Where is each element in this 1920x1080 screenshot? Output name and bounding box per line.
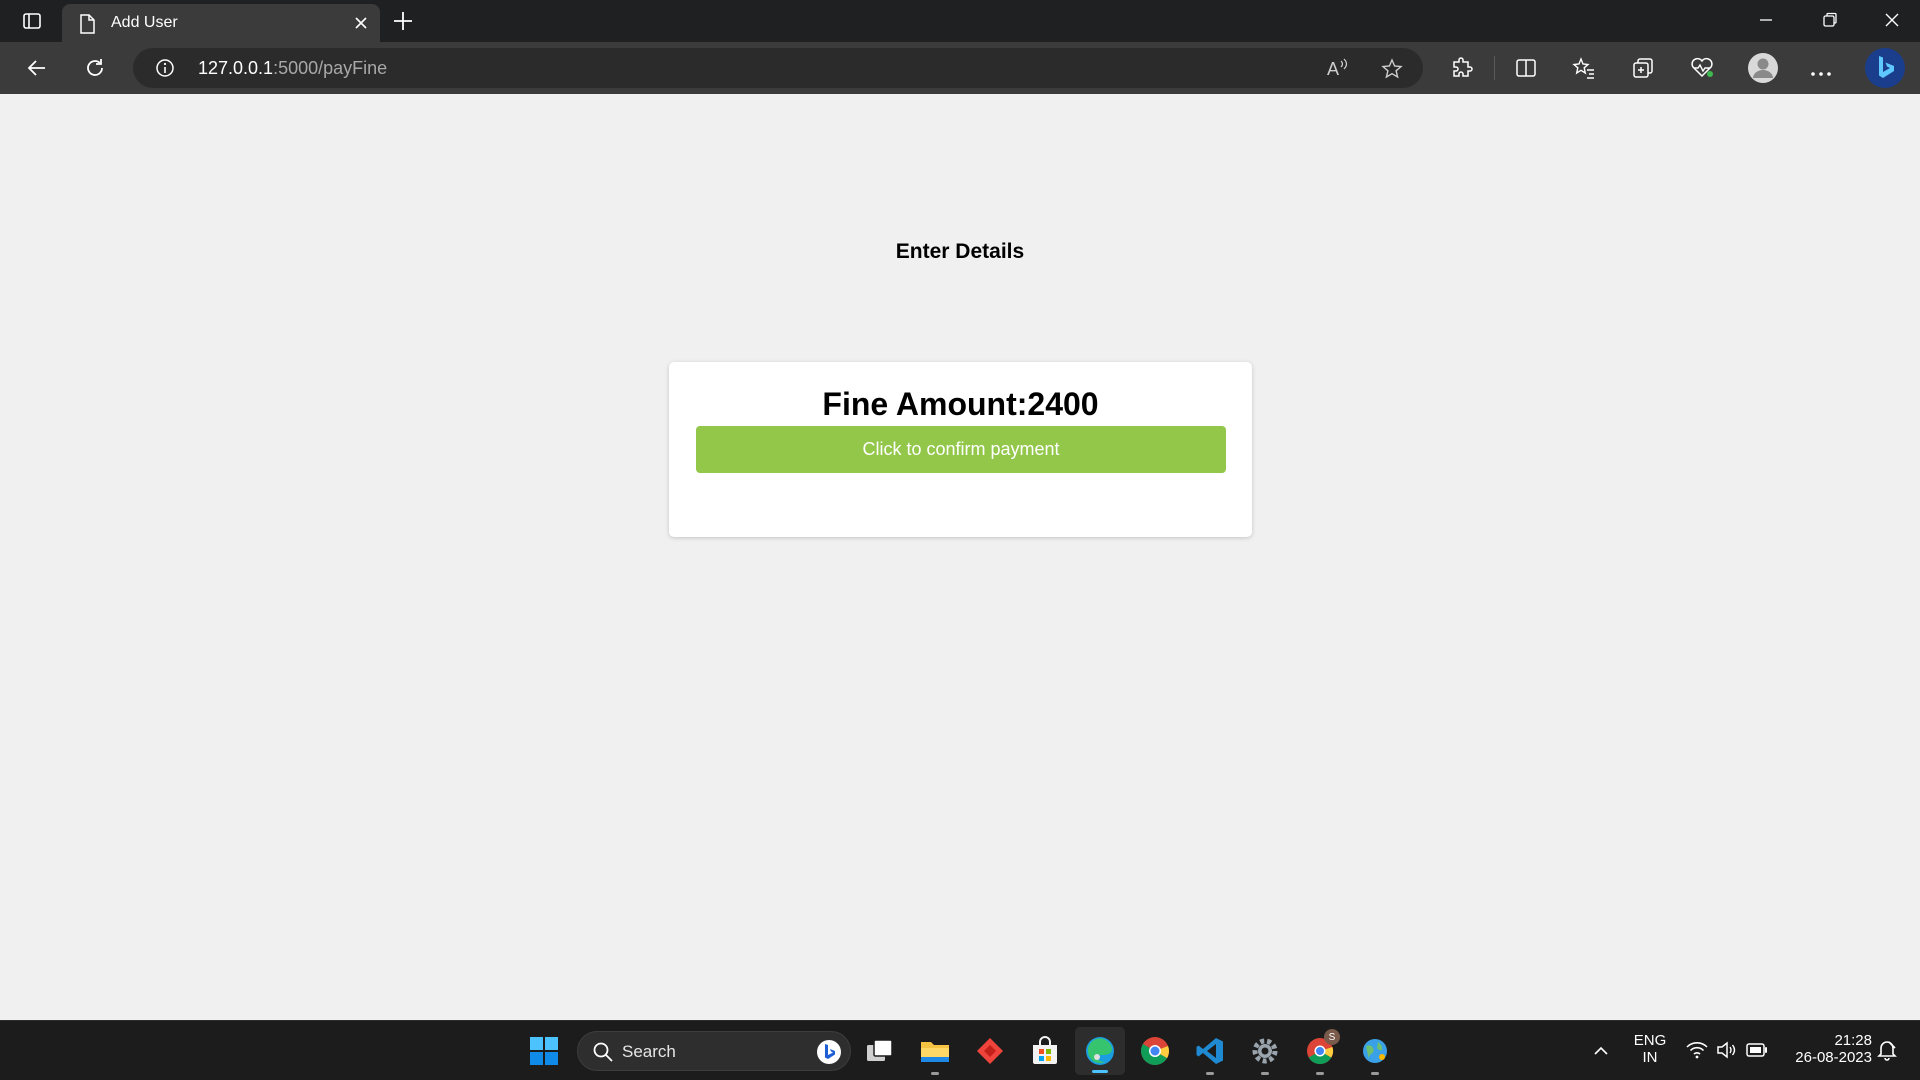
battery-icon[interactable] <box>1746 1042 1768 1063</box>
bing-copilot-icon[interactable] <box>1864 47 1906 94</box>
browser-toolbar: 127.0.0.1:5000/payFine A <box>0 42 1920 94</box>
volume-icon[interactable] <box>1716 1041 1736 1064</box>
refresh-icon[interactable] <box>83 56 107 85</box>
search-label: Search <box>622 1042 676 1061</box>
microsoft-store-icon[interactable] <box>1027 1033 1063 1069</box>
network-globe-app-icon[interactable] <box>1357 1033 1393 1075</box>
back-arrow-icon[interactable] <box>25 56 49 85</box>
windows-start-icon[interactable] <box>526 1033 562 1069</box>
file-explorer-icon[interactable] <box>917 1033 953 1075</box>
active-indicator <box>1092 1070 1108 1073</box>
search-icon <box>592 1041 614 1068</box>
url-path: :5000/payFine <box>273 58 388 78</box>
chrome-icon[interactable] <box>1137 1033 1173 1069</box>
profile-badge: S <box>1324 1029 1340 1045</box>
clock-time: 21:28 <box>1834 1032 1872 1049</box>
running-indicator <box>1316 1072 1324 1075</box>
fine-amount-value: 2400 <box>1027 386 1099 422</box>
close-window-icon[interactable] <box>1884 12 1900 33</box>
page-heading: Enter Details <box>895 240 1025 263</box>
url-text[interactable]: 127.0.0.1:5000/payFine <box>198 58 387 79</box>
fine-amount-text: Fine Amount:2400 <box>669 386 1252 423</box>
new-tab-icon[interactable] <box>392 10 414 37</box>
running-indicator <box>1261 1072 1269 1075</box>
notification-bell-icon[interactable] <box>1876 1039 1898 1066</box>
page-content: Enter Details Fine Amount:2400 Click to … <box>0 94 1920 1020</box>
edge-browser-icon[interactable] <box>1075 1027 1125 1075</box>
restore-icon[interactable] <box>1822 12 1838 33</box>
anydesk-icon[interactable] <box>972 1033 1008 1069</box>
running-indicator <box>1206 1072 1214 1075</box>
taskbar-search[interactable]: Search <box>577 1031 851 1071</box>
address-bar[interactable]: 127.0.0.1:5000/payFine A <box>133 48 1423 88</box>
read-aloud-icon[interactable]: A <box>1327 58 1349 83</box>
favorite-star-icon[interactable] <box>1381 58 1403 85</box>
wifi-icon[interactable] <box>1686 1041 1708 1064</box>
payment-card: Fine Amount:2400 Click to confirm paymen… <box>669 362 1252 537</box>
browser-tab[interactable]: Add User <box>62 4 380 42</box>
chrome-profile-icon[interactable]: S <box>1302 1029 1340 1075</box>
show-hidden-icons-chevron-icon[interactable] <box>1593 1043 1609 1061</box>
running-indicator <box>931 1072 939 1075</box>
minimize-icon[interactable] <box>1758 12 1774 33</box>
browser-essentials-icon[interactable] <box>1689 56 1715 85</box>
extensions-icon[interactable] <box>1450 56 1474 85</box>
url-host: 127.0.0.1 <box>198 58 274 78</box>
favorites-icon[interactable] <box>1572 56 1596 85</box>
clock-date: 26-08-2023 <box>1795 1049 1872 1066</box>
region-code: IN <box>1642 1049 1658 1066</box>
collections-icon[interactable] <box>1631 56 1655 85</box>
browser-tab-bar: Add User <box>0 0 1920 42</box>
clock[interactable]: 21:28 26-08-2023 <box>1782 1032 1872 1066</box>
tab-title: Add User <box>111 14 178 31</box>
close-tab-icon[interactable] <box>354 16 368 35</box>
language-indicator[interactable]: ENG IN <box>1628 1032 1672 1066</box>
split-screen-icon[interactable] <box>1514 56 1538 85</box>
page-icon <box>78 14 96 39</box>
settings-gear-icon[interactable] <box>1247 1033 1283 1075</box>
vscode-icon[interactable] <box>1192 1033 1228 1075</box>
fine-amount-label: Fine Amount: <box>822 386 1028 422</box>
running-indicator <box>1371 1072 1379 1075</box>
task-view-icon[interactable] <box>862 1033 898 1069</box>
confirm-payment-button[interactable]: Click to confirm payment <box>696 426 1226 473</box>
windows-taskbar: Search S ENG IN 21:28 26-08-2023 <box>0 1020 1920 1080</box>
bing-search-icon[interactable] <box>816 1039 842 1070</box>
tab-actions-icon[interactable] <box>14 8 50 34</box>
language-code: ENG <box>1633 1032 1667 1049</box>
svg-text:A: A <box>1327 59 1339 78</box>
profile-avatar-icon[interactable] <box>1747 52 1779 89</box>
toolbar-divider <box>1494 56 1495 80</box>
more-options-icon[interactable] <box>1810 64 1832 82</box>
site-info-icon[interactable] <box>155 58 175 83</box>
